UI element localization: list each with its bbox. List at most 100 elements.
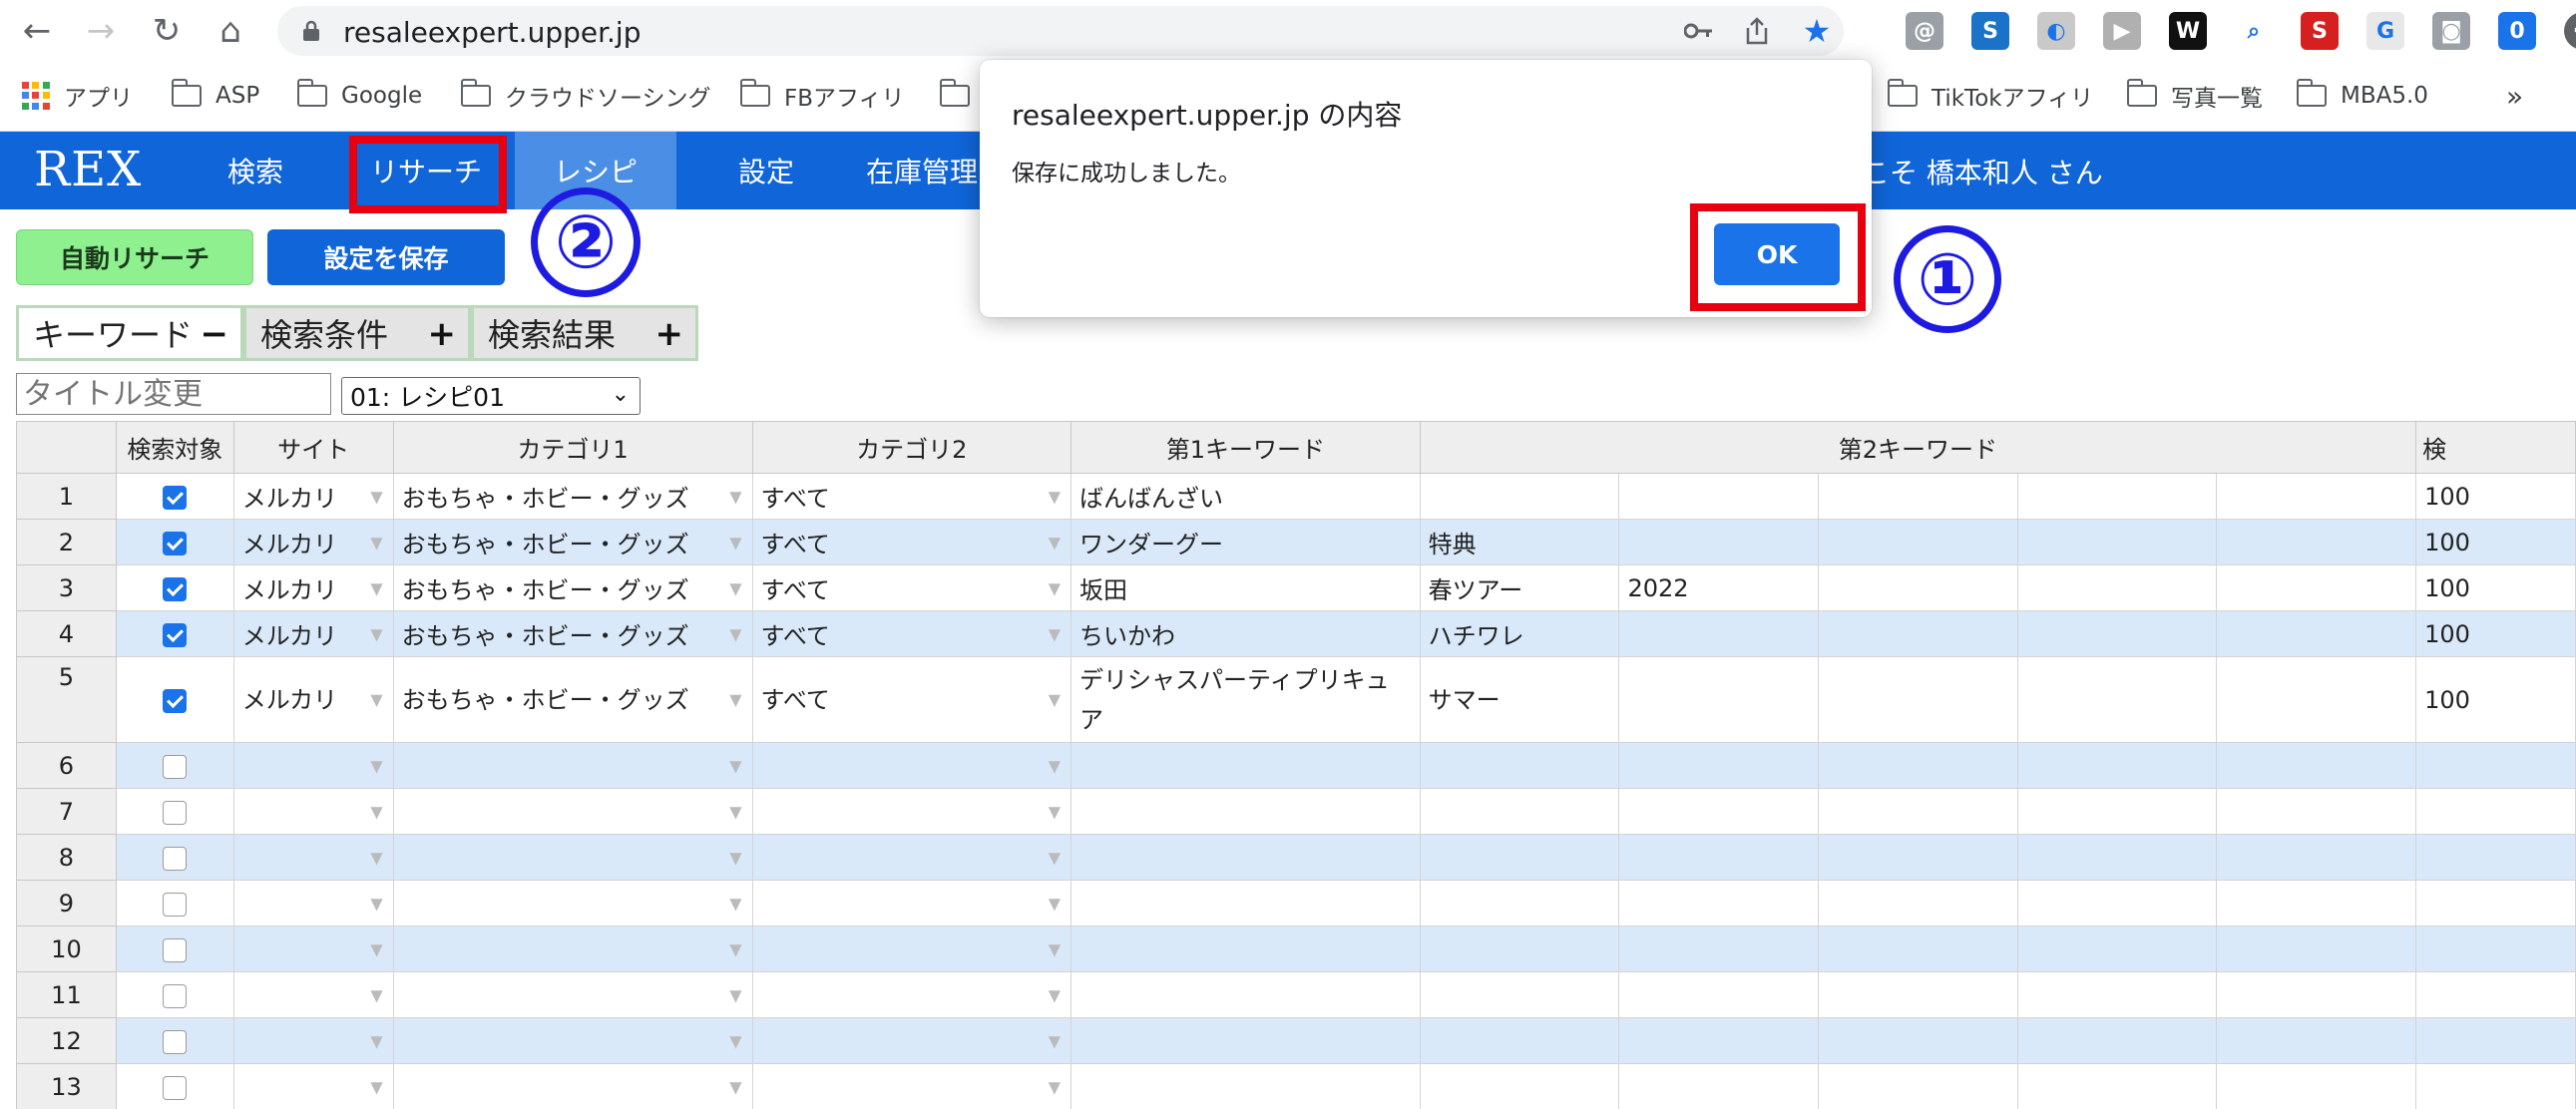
bookmark-google[interactable]: Google <box>296 76 422 116</box>
extension-g-icon[interactable]: G <box>2366 12 2404 50</box>
category1-cell[interactable]: ▼ <box>392 1017 753 1064</box>
search-target-checkbox[interactable] <box>115 742 234 789</box>
keyword2-cell[interactable] <box>1419 473 1620 520</box>
share-icon[interactable] <box>1738 12 1776 50</box>
count-cell[interactable] <box>2415 788 2576 835</box>
search-target-checkbox[interactable] <box>115 1017 234 1064</box>
category2-cell[interactable]: すべて ▼ <box>751 656 1073 743</box>
category2-cell[interactable]: ▼ <box>751 971 1073 1018</box>
keyword2-cell[interactable] <box>1618 519 1820 565</box>
site-cell[interactable]: メルカリ ▼ <box>232 564 394 611</box>
category2-cell[interactable]: すべて ▼ <box>751 473 1073 520</box>
category1-cell[interactable]: ▼ <box>392 742 753 789</box>
category1-cell[interactable]: ▼ <box>392 1063 753 1109</box>
keyword2-cell[interactable] <box>2016 1017 2218 1064</box>
checkbox[interactable] <box>163 1029 188 1054</box>
keyword2-cell[interactable]: 2022 <box>1618 564 1820 611</box>
keyword2-cell[interactable] <box>1419 971 1620 1018</box>
site-cell[interactable]: ▼ <box>232 1063 394 1109</box>
keyword2-cell[interactable] <box>2016 925 2218 972</box>
keyword2-cell[interactable] <box>1818 564 2018 611</box>
keyword2-cell[interactable] <box>1818 1063 2018 1109</box>
extension-seo-icon[interactable]: S <box>2301 12 2339 50</box>
checkbox[interactable] <box>163 800 188 825</box>
keyword2-cell[interactable] <box>2016 742 2218 789</box>
category1-cell[interactable]: おもちゃ・ホビー・グッズ ▼ <box>392 564 753 611</box>
title-change-input[interactable] <box>16 373 331 415</box>
keyword1-cell[interactable]: ちいかわ <box>1071 610 1421 657</box>
keyword2-cell[interactable] <box>2216 742 2417 789</box>
bookmark-photos[interactable]: 写真一覧 <box>2126 76 2263 116</box>
save-settings-button[interactable]: 設定を保存 <box>267 229 505 285</box>
keyword2-cell[interactable] <box>1419 925 1620 972</box>
category2-cell[interactable]: ▼ <box>751 788 1073 835</box>
category2-cell[interactable]: ▼ <box>751 1017 1073 1064</box>
checkbox[interactable] <box>163 846 188 871</box>
keyword2-cell[interactable] <box>1818 880 2018 926</box>
category2-cell[interactable]: すべて ▼ <box>751 564 1073 611</box>
keyword2-cell[interactable] <box>2216 1017 2417 1064</box>
keyword1-cell[interactable] <box>1071 788 1421 835</box>
checkbox[interactable] <box>163 754 188 779</box>
rex-logo[interactable]: REX <box>34 142 142 197</box>
nav-settings[interactable]: 設定 <box>706 132 826 209</box>
keyword1-cell[interactable]: ばんばんざい <box>1071 473 1421 520</box>
search-target-checkbox[interactable] <box>115 1063 234 1109</box>
keyword2-cell[interactable] <box>1818 473 2018 520</box>
site-cell[interactable]: メルカリ ▼ <box>232 610 394 657</box>
keyword2-cell[interactable] <box>1618 742 1820 789</box>
keyword2-cell[interactable] <box>1618 834 1820 881</box>
keyword2-cell[interactable] <box>1818 971 2018 1018</box>
checkbox[interactable] <box>163 485 188 510</box>
forward-arrow-icon[interactable]: → <box>78 8 124 54</box>
category2-cell[interactable]: ▼ <box>751 925 1073 972</box>
search-target-checkbox[interactable] <box>115 610 234 657</box>
bookmark-fb-affiliate[interactable]: FBアフィリ <box>739 76 905 116</box>
keyword2-cell[interactable] <box>1818 1017 2018 1064</box>
keyword2-cell[interactable] <box>2216 1063 2417 1109</box>
category1-cell[interactable]: おもちゃ・ホビー・グッズ ▼ <box>392 610 753 657</box>
keyword2-cell[interactable] <box>1618 880 1820 926</box>
count-cell[interactable]: 100 <box>2415 519 2576 565</box>
checkbox[interactable] <box>163 688 188 713</box>
count-cell[interactable] <box>2415 971 2576 1018</box>
tab-search-results[interactable]: 検索結果 + <box>471 305 698 361</box>
key-icon[interactable] <box>1680 12 1718 50</box>
keyword2-cell[interactable] <box>1419 742 1620 789</box>
keyword2-cell[interactable] <box>1618 1017 1820 1064</box>
address-bar[interactable]: resaleexpert.upper.jp ★ <box>277 6 1844 56</box>
keyword2-cell[interactable] <box>2016 656 2218 743</box>
checkbox[interactable] <box>163 622 188 647</box>
bookmark-tiktok-affiliate[interactable]: TikTokアフィリ <box>1887 76 2093 116</box>
keyword2-cell[interactable] <box>2216 834 2417 881</box>
extension-search-icon[interactable]: ⌕ <box>2235 12 2273 50</box>
bookmark-apps[interactable]: アプリ <box>22 76 133 116</box>
count-cell[interactable] <box>2415 880 2576 926</box>
keyword2-cell[interactable] <box>1618 1063 1820 1109</box>
count-cell[interactable] <box>2415 742 2576 789</box>
keyword2-cell[interactable] <box>2016 519 2218 565</box>
keyword2-cell[interactable] <box>2016 564 2218 611</box>
site-cell[interactable]: ▼ <box>232 1017 394 1064</box>
checkbox[interactable] <box>163 892 188 917</box>
keyword2-cell[interactable] <box>2016 788 2218 835</box>
keyword2-cell[interactable] <box>2216 788 2417 835</box>
keyword2-cell[interactable] <box>2016 473 2218 520</box>
keyword2-cell[interactable] <box>1618 925 1820 972</box>
count-cell[interactable]: 100 <box>2415 473 2576 520</box>
bookmark-mba[interactable]: MBA5.0 <box>2296 76 2428 116</box>
checkbox[interactable] <box>163 576 188 601</box>
back-arrow-icon[interactable]: ← <box>14 8 60 54</box>
keyword2-cell[interactable] <box>2216 564 2417 611</box>
home-icon[interactable]: ⌂ <box>208 8 253 54</box>
search-target-checkbox[interactable] <box>115 834 234 881</box>
expand-icon[interactable]: + <box>655 314 684 354</box>
keyword2-cell[interactable] <box>1618 610 1820 657</box>
category2-cell[interactable]: すべて ▼ <box>751 610 1073 657</box>
keyword2-cell[interactable] <box>2016 880 2218 926</box>
category2-cell[interactable]: ▼ <box>751 742 1073 789</box>
keyword1-cell[interactable] <box>1071 971 1421 1018</box>
tab-keyword[interactable]: キーワード − <box>16 305 243 361</box>
url-text[interactable]: resaleexpert.upper.jp <box>343 16 641 49</box>
keyword2-cell[interactable] <box>1618 656 1820 743</box>
